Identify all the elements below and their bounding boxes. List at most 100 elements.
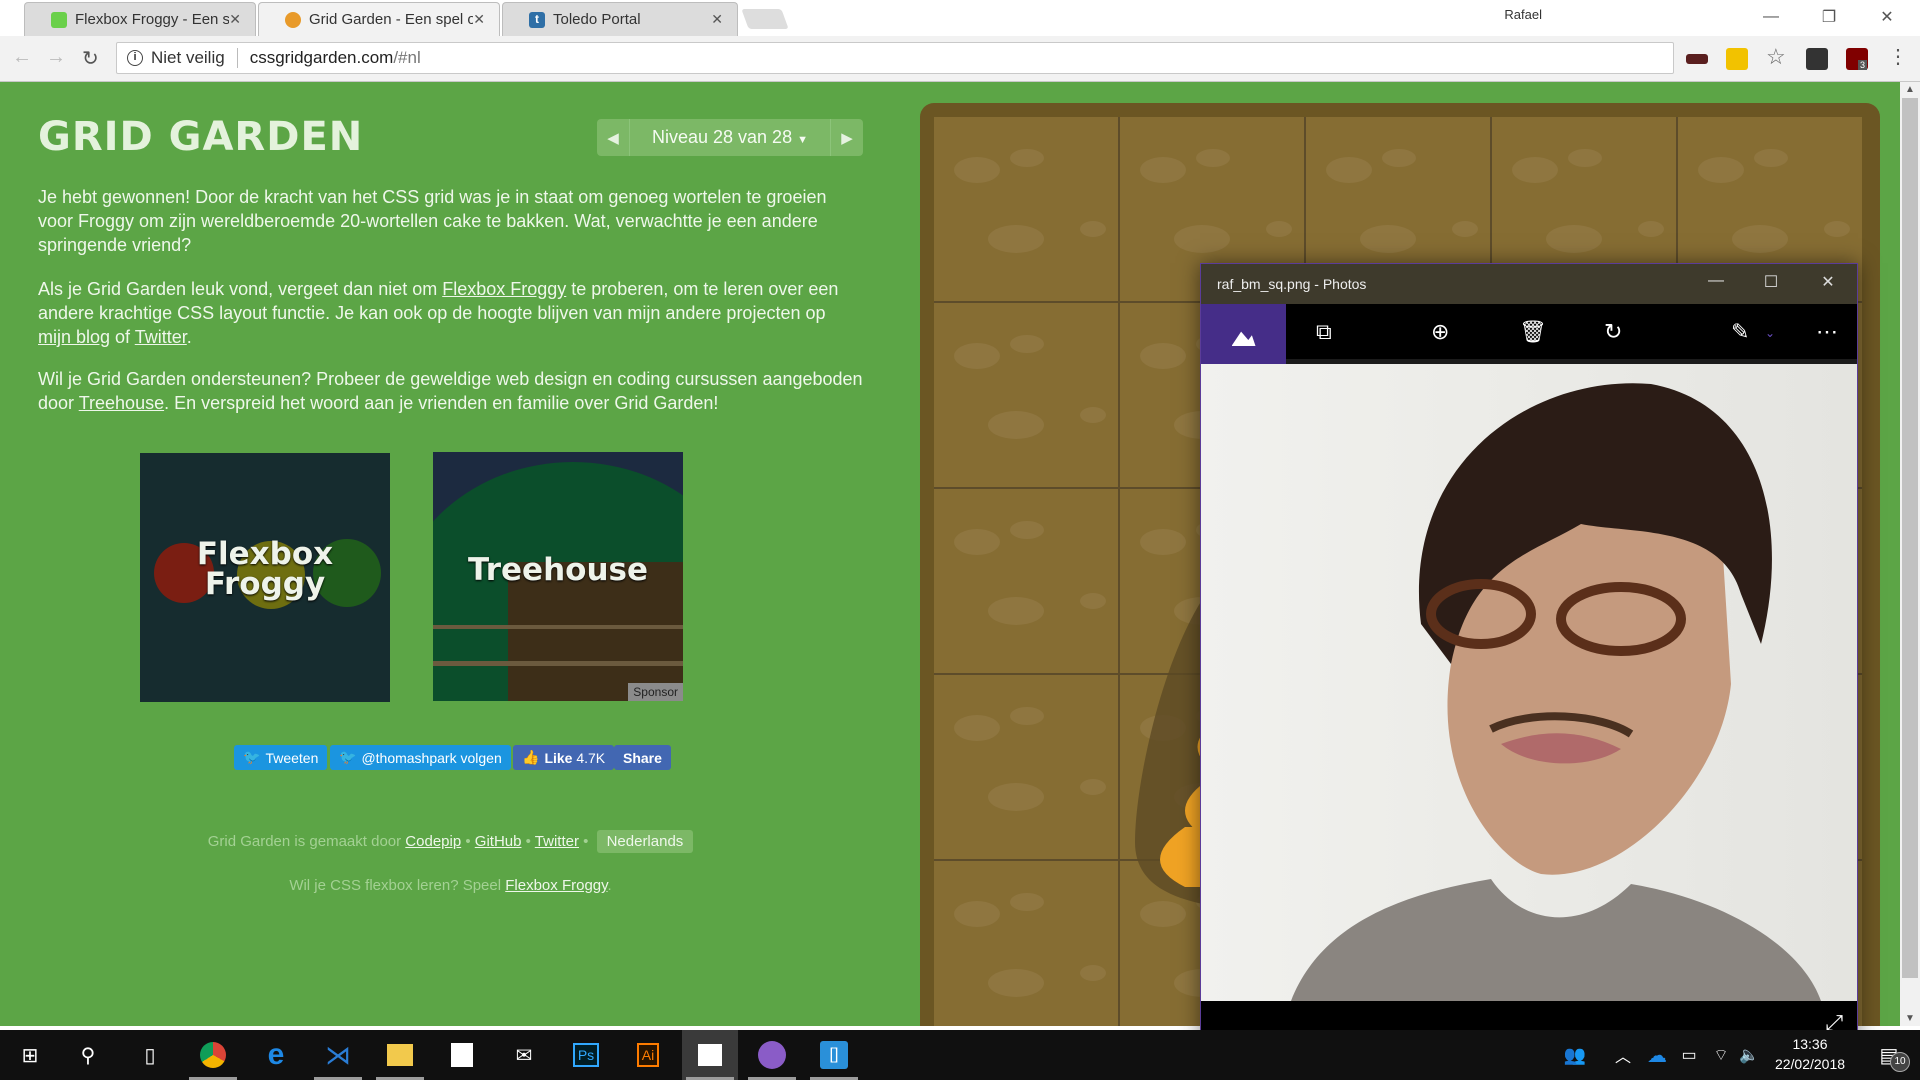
volume-icon[interactable]: 🔈: [1732, 1030, 1766, 1080]
taskbar-github-desktop[interactable]: [744, 1030, 800, 1080]
close-tab-icon[interactable]: ✕: [473, 11, 485, 28]
lastpass-extension-icon[interactable]: [1726, 48, 1748, 70]
chevron-down-icon[interactable]: ⌄: [1765, 326, 1775, 340]
codepip-link[interactable]: Codepip: [405, 833, 461, 850]
scroll-thumb[interactable]: [1902, 98, 1918, 978]
page-scrollbar[interactable]: ▲ ▼: [1900, 82, 1920, 1026]
profile-name[interactable]: Rafael: [1504, 7, 1542, 22]
next-level-button[interactable]: ▶: [831, 119, 863, 156]
taskbar-store[interactable]: [434, 1030, 490, 1080]
tab-grid-garden[interactable]: Grid Garden - Een spel om CSS grid te le…: [258, 2, 500, 36]
taskbar-chrome[interactable]: [185, 1030, 241, 1080]
twitter-link[interactable]: Twitter: [135, 327, 187, 347]
follow-button[interactable]: 🐦 @thomashpark volgen: [330, 745, 511, 770]
menu-icon[interactable]: ⋮: [1888, 44, 1910, 68]
froggy-card-title: Flexbox Froggy: [140, 539, 390, 600]
support-paragraph: Wil je Grid Garden ondersteunen? Probeer…: [38, 367, 863, 415]
ublock-badge: 3: [1858, 60, 1868, 70]
text: Share: [623, 749, 662, 766]
windows-logo-icon: ⊞: [21, 1044, 39, 1067]
taskbar-photos[interactable]: [682, 1030, 738, 1080]
credits-footer: Grid Garden is gemaakt door Codepip • Gi…: [38, 830, 863, 853]
scroll-up-icon[interactable]: ▲: [1905, 84, 1915, 95]
ublock-origin-icon[interactable]: 3: [1846, 48, 1868, 70]
address-bar[interactable]: i Niet veilig cssgridgarden.com/#nl: [116, 42, 1674, 74]
back-icon[interactable]: ←: [12, 46, 32, 69]
action-center-button[interactable]: ▤ 10: [1864, 1030, 1914, 1080]
incognito-mask-extension-icon[interactable]: [1686, 54, 1708, 64]
zoom-in-icon[interactable]: ⊕: [1431, 319, 1449, 345]
level-dropdown[interactable]: Niveau 28 van 28 ▼: [629, 119, 831, 156]
soil-rock: [1080, 593, 1106, 609]
bookmark-star-icon[interactable]: ☆: [1766, 44, 1788, 69]
new-tab-button[interactable]: [741, 9, 789, 29]
flexbox-froggy-card[interactable]: Flexbox Froggy: [140, 453, 390, 702]
tweet-button[interactable]: 🐦 Tweeten: [234, 745, 328, 770]
slideshow-icon[interactable]: ⧉: [1316, 319, 1332, 345]
close-icon[interactable]: ✕: [1813, 272, 1843, 292]
github-link[interactable]: GitHub: [475, 833, 522, 850]
taskbar-mail[interactable]: ✉: [496, 1030, 552, 1080]
photo-image[interactable]: [1201, 364, 1857, 1001]
collection-button[interactable]: [1201, 304, 1286, 364]
more-icon[interactable]: ⋯: [1816, 319, 1838, 345]
soil-rock: [1080, 965, 1106, 981]
taskbar-clock[interactable]: 13:36 22/02/2018: [1765, 1034, 1855, 1074]
footer-flexbox-froggy-link[interactable]: Flexbox Froggy: [505, 877, 607, 894]
url-host[interactable]: cssgridgarden.com: [250, 48, 394, 68]
language-selector[interactable]: Nederlands: [596, 830, 694, 853]
soil-rock: [1080, 407, 1106, 423]
facebook-share-button[interactable]: Share: [614, 745, 671, 770]
blog-link[interactable]: mijn blog: [38, 327, 110, 347]
text: Tweeten: [265, 749, 319, 766]
previous-level-button[interactable]: ◀: [597, 119, 629, 156]
search-button[interactable]: ⚲: [60, 1030, 116, 1080]
reload-icon[interactable]: ↻: [82, 46, 99, 71]
treehouse-sponsor-card[interactable]: Treehouse Sponsor: [433, 452, 683, 701]
info-icon[interactable]: i: [127, 50, 143, 66]
url-path[interactable]: /#nl: [393, 48, 420, 68]
treehouse-link[interactable]: Treehouse: [79, 393, 164, 413]
rotate-icon[interactable]: ↻: [1604, 319, 1622, 345]
edge-icon: e: [267, 1038, 285, 1071]
tab-toledo-portal[interactable]: t Toledo Portal ✕: [502, 2, 738, 36]
security-label[interactable]: Niet veilig: [151, 48, 225, 68]
tabs-extension-icon[interactable]: [1806, 48, 1828, 70]
minimize-icon[interactable]: —: [1701, 272, 1731, 290]
show-hidden-icons[interactable]: ︿: [1608, 1030, 1638, 1080]
soil-rock: [1512, 157, 1558, 183]
taskbar-vscode[interactable]: ⋊: [310, 1030, 366, 1080]
minimize-icon[interactable]: —: [1748, 4, 1794, 30]
tab-title: Flexbox Froggy - Een spel om CSS flexbox…: [75, 11, 230, 28]
battery-icon[interactable]: ▭: [1672, 1030, 1706, 1080]
facebook-like-button[interactable]: 👍 Like 4.7K: [513, 745, 615, 770]
scroll-down-icon[interactable]: ▼: [1905, 1013, 1915, 1024]
taskbar-file-explorer[interactable]: [372, 1030, 428, 1080]
flexbox-froggy-link[interactable]: Flexbox Froggy: [442, 279, 566, 299]
taskbar-photoshop[interactable]: Ps: [558, 1030, 614, 1080]
onedrive-icon[interactable]: ☁: [1640, 1030, 1674, 1080]
soil-rock: [988, 225, 1044, 253]
taskbar-edge[interactable]: e: [248, 1030, 304, 1080]
tab-flexbox-froggy[interactable]: Flexbox Froggy - Een spel om CSS flexbox…: [24, 2, 256, 36]
footer-twitter-link[interactable]: Twitter: [535, 833, 579, 850]
start-button[interactable]: ⊞: [2, 1030, 58, 1080]
close-tab-icon[interactable]: ✕: [229, 11, 241, 28]
close-tab-icon[interactable]: ✕: [711, 11, 723, 28]
garden-cell: [934, 117, 1118, 301]
forward-icon[interactable]: →: [46, 46, 66, 69]
delete-icon[interactable]: 🗑: [1519, 319, 1547, 345]
maximize-icon[interactable]: ☐: [1756, 272, 1786, 292]
task-view-button[interactable]: ▯: [122, 1030, 178, 1080]
deck: [433, 661, 683, 666]
edit-icon[interactable]: ✎: [1731, 319, 1749, 345]
collection-icon: [1231, 331, 1256, 346]
taskbar-illustrator[interactable]: Ai: [620, 1030, 676, 1080]
promo-paragraph: Als je Grid Garden leuk vond, vergeet da…: [38, 277, 863, 349]
photos-title-bar[interactable]: raf_bm_sq.png - Photos — ☐ ✕: [1201, 264, 1857, 304]
restore-icon[interactable]: ❐: [1806, 4, 1852, 30]
taskbar-brackets[interactable]: []: [806, 1030, 862, 1080]
close-window-icon[interactable]: ✕: [1864, 4, 1910, 30]
people-icon[interactable]: 👥: [1555, 1030, 1595, 1080]
store-icon: [451, 1043, 473, 1067]
